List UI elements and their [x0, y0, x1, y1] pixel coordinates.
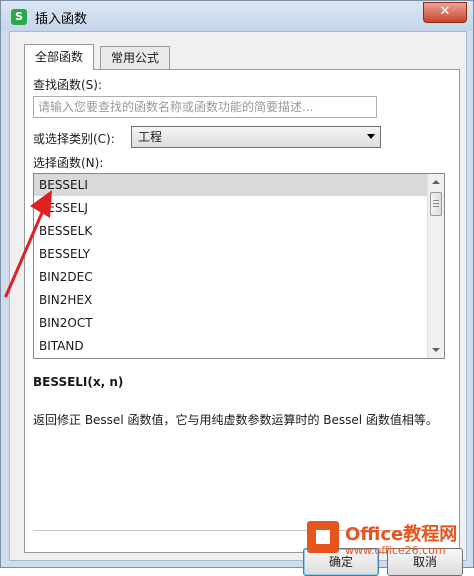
logo-square: [316, 530, 330, 544]
tab-all-functions[interactable]: 全部函数: [24, 44, 95, 70]
watermark: Office教程网 www.office26.com: [305, 518, 471, 568]
office-logo-icon: [307, 521, 339, 553]
annotation-arrow-icon: [4, 190, 52, 298]
watermark-title: Office教程网: [345, 524, 458, 545]
watermark-url: www.office26.com: [345, 544, 446, 557]
